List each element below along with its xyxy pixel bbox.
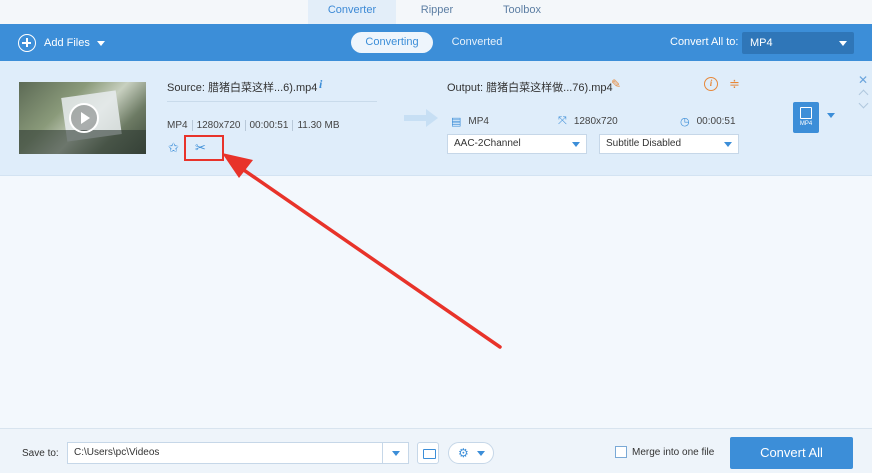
annotation-highlight-box	[184, 135, 224, 161]
resize-icon: ⤧	[558, 115, 567, 127]
output-format-button[interactable]: MP4	[793, 102, 819, 133]
split-icon[interactable]: ≑	[729, 76, 740, 92]
add-files-button[interactable]: Add Files	[18, 32, 105, 54]
chevron-down-icon	[839, 41, 847, 46]
tab-ripper[interactable]: Ripper	[398, 0, 476, 24]
source-meta: MP4 1280x720 00:00:51 11.30 MB	[167, 120, 340, 131]
source-resolution: 1280x720	[196, 120, 241, 131]
convert-all-format-select[interactable]: MP4	[742, 32, 854, 54]
output-resolution-value: 1280x720	[573, 116, 618, 127]
chevron-down-icon	[477, 451, 485, 456]
play-icon[interactable]	[69, 103, 99, 133]
converting-tab[interactable]: Converting	[351, 32, 433, 53]
thumbnail-detail	[19, 130, 146, 154]
chevron-down-icon[interactable]	[827, 113, 835, 118]
warning-icon[interactable]: i	[704, 77, 718, 91]
output-format-value: MP4	[468, 116, 489, 127]
video-file-icon	[800, 107, 812, 119]
save-path-field[interactable]: C:\Users\pc\Videos	[67, 442, 409, 464]
edit-pencil-icon[interactable]: ✎	[611, 77, 621, 91]
output-file-name: Output: 腊猪白菜这样做...76).mp4	[447, 82, 613, 94]
audio-track-value: AAC-2Channel	[454, 138, 521, 149]
bottom-bar: Save to: C:\Users\pc\Videos ⚙ Merge into…	[0, 428, 872, 473]
divider	[191, 120, 193, 131]
chevron-down-icon[interactable]	[858, 98, 869, 109]
toolbar: Add Files Converting Converted Convert A…	[0, 24, 872, 61]
clock-icon: ◷	[680, 116, 690, 128]
divider	[167, 101, 377, 102]
output-resolution: ⤧ 1280x720	[558, 115, 618, 128]
output-format: ▤ MP4	[451, 115, 489, 128]
merge-label: Merge into one file	[632, 447, 715, 458]
source-duration: 00:00:51	[249, 120, 289, 131]
save-path-value: C:\Users\pc\Videos	[74, 447, 160, 458]
chevron-down-icon[interactable]	[382, 443, 408, 463]
output-duration: ◷ 00:00:51	[680, 115, 736, 128]
divider	[244, 120, 246, 131]
effect-star-icon[interactable]: ✩	[168, 141, 182, 155]
tab-converter[interactable]: Converter	[308, 0, 396, 24]
audio-track-select[interactable]: AAC-2Channel	[447, 134, 587, 154]
divider	[292, 120, 294, 131]
top-tab-bar: Converter Ripper Toolbox	[0, 0, 872, 24]
settings-button[interactable]: ⚙	[448, 442, 494, 464]
film-icon: ▤	[451, 116, 462, 128]
plus-circle-icon	[18, 34, 36, 52]
file-row: Source: 腊猪白菜这样...6).mp4 i MP4 1280x720 0…	[0, 61, 872, 176]
close-icon[interactable]: ✕	[858, 73, 868, 87]
open-folder-icon[interactable]	[417, 442, 439, 464]
format-badge-label: MP4	[799, 121, 813, 127]
subtitle-select[interactable]: Subtitle Disabled	[599, 134, 739, 154]
video-thumbnail[interactable]	[19, 82, 146, 154]
info-icon[interactable]: i	[319, 77, 322, 92]
tab-toolbox[interactable]: Toolbox	[478, 0, 566, 24]
gear-icon: ⚙	[458, 446, 469, 460]
converted-tab[interactable]: Converted	[436, 32, 518, 53]
chevron-down-icon	[724, 142, 732, 147]
convert-all-button[interactable]: Convert All	[730, 437, 853, 469]
save-to-label: Save to:	[22, 448, 59, 459]
convert-all-to-label: Convert All to:	[670, 36, 739, 48]
arrow-right-icon	[404, 109, 438, 127]
merge-checkbox[interactable]	[615, 446, 627, 458]
subtitle-value: Subtitle Disabled	[606, 138, 682, 149]
convert-all-format-value: MP4	[750, 37, 773, 49]
source-file-name: Source: 腊猪白菜这样...6).mp4	[167, 82, 318, 94]
source-size: 11.30 MB	[297, 120, 340, 131]
chevron-down-icon	[572, 142, 580, 147]
source-format: MP4	[167, 120, 188, 131]
output-duration-value: 00:00:51	[696, 116, 736, 127]
chevron-down-icon[interactable]	[96, 40, 105, 46]
add-files-label: Add Files	[44, 37, 90, 49]
